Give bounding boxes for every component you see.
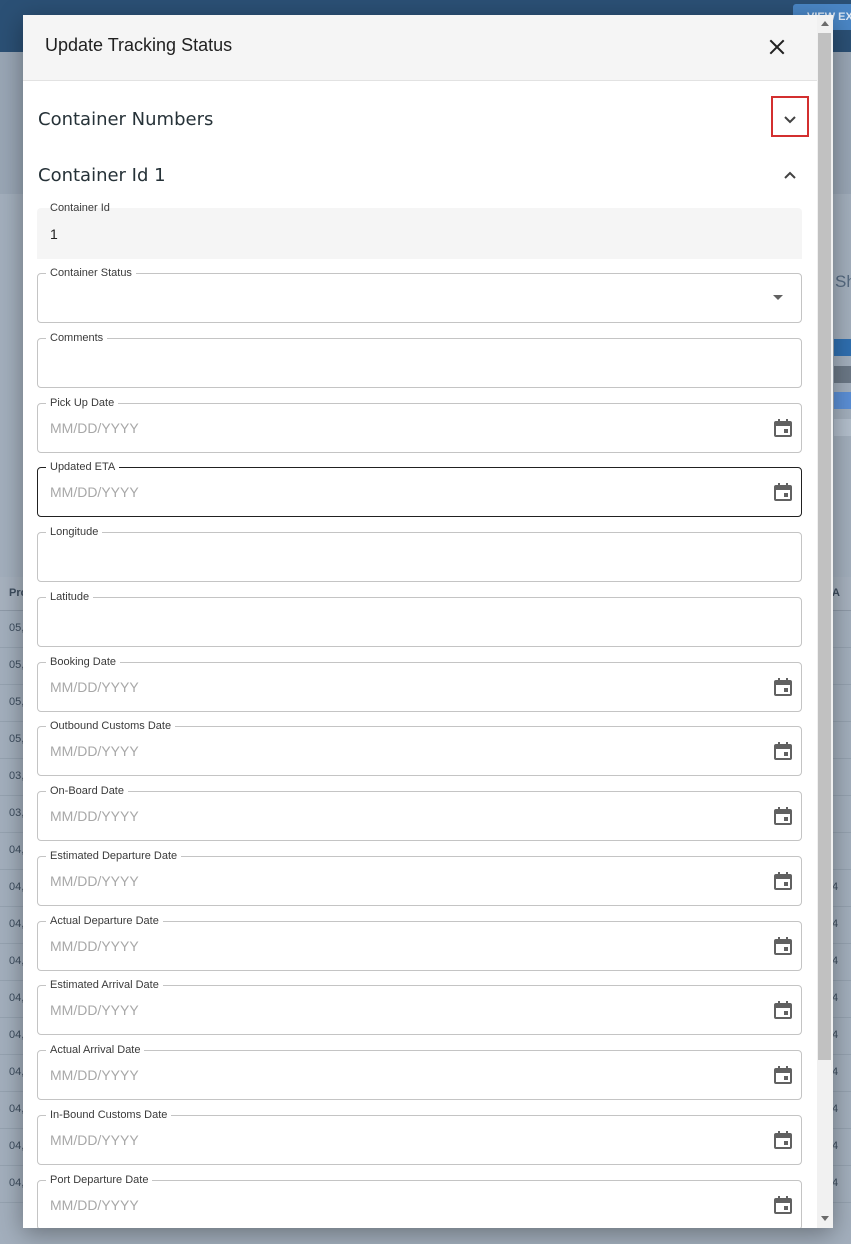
background-table-cell: 05, [9, 733, 25, 745]
chevron-up-icon[interactable] [778, 164, 802, 188]
calendar-icon[interactable] [773, 1195, 793, 1215]
background-table-cell: 05, [9, 696, 25, 708]
update-tracking-dialog: Update Tracking Status Container Numbers… [23, 15, 833, 1228]
calendar-icon[interactable] [773, 871, 793, 891]
calendar-icon[interactable] [773, 936, 793, 956]
updated-eta-placeholder: MM/DD/YYYY [50, 484, 139, 500]
dialog-header: Update Tracking Status [23, 15, 833, 81]
scroll-down-arrow-icon[interactable] [821, 1216, 829, 1221]
container-id-value: 1 [50, 226, 58, 242]
background-table-cell: 04, [9, 992, 25, 1004]
calendar-icon[interactable] [773, 1000, 793, 1020]
background-bar [834, 419, 851, 436]
background-table-cell: 04, [9, 1029, 25, 1041]
estimated-arrival-date-field[interactable]: Estimated Arrival Date MM/DD/YYYY [37, 978, 802, 1035]
background-table-cell: 05, [9, 659, 25, 671]
booking-date-placeholder: MM/DD/YYYY [50, 679, 139, 695]
background-side-text: Sh [835, 272, 851, 291]
booking-date-field[interactable]: Booking Date MM/DD/YYYY [37, 655, 802, 712]
background-table-cell: 04, [9, 1177, 25, 1189]
on-board-date-placeholder: MM/DD/YYYY [50, 808, 139, 824]
latitude-field[interactable]: Latitude [37, 590, 802, 647]
pick-up-date-field[interactable]: Pick Up Date MM/DD/YYYY [37, 396, 802, 453]
calendar-icon[interactable] [773, 482, 793, 502]
pick-up-date-placeholder: MM/DD/YYYY [50, 420, 139, 436]
in-bound-customs-date-label: In-Bound Customs Date [46, 1108, 172, 1122]
in-bound-customs-date-placeholder: MM/DD/YYYY [50, 1132, 139, 1148]
actual-departure-date-placeholder: MM/DD/YYYY [50, 938, 139, 954]
longitude-field[interactable]: Longitude [37, 525, 802, 582]
background-table-cell: 04, [9, 918, 25, 930]
scrollbar-thumb[interactable] [818, 33, 831, 1060]
on-board-date-label: On-Board Date [46, 784, 128, 798]
estimated-departure-date-placeholder: MM/DD/YYYY [50, 873, 139, 889]
actual-arrival-date-label: Actual Arrival Date [46, 1043, 145, 1057]
comments-field[interactable]: Comments [37, 331, 802, 388]
dialog-title: Update Tracking Status [45, 35, 233, 55]
calendar-icon[interactable] [773, 741, 793, 761]
longitude-label: Longitude [46, 525, 103, 539]
updated-eta-field[interactable]: Updated ETA MM/DD/YYYY [37, 460, 802, 517]
background-bar [834, 339, 851, 356]
outbound-customs-date-field[interactable]: Outbound Customs Date MM/DD/YYYY [37, 719, 802, 776]
port-departure-date-placeholder: MM/DD/YYYY [50, 1197, 139, 1213]
container-status-label: Container Status [46, 266, 136, 280]
comments-label: Comments [46, 331, 108, 345]
background-table-cell: 05, [9, 622, 25, 634]
port-departure-date-label: Port Departure Date [46, 1173, 153, 1187]
calendar-icon[interactable] [773, 806, 793, 826]
estimated-departure-date-field[interactable]: Estimated Departure Date MM/DD/YYYY [37, 849, 802, 906]
chevron-down-icon[interactable] [778, 107, 802, 131]
background-table-cell: 04, [9, 1103, 25, 1115]
container-id-field[interactable]: Container Id 1 [37, 202, 802, 259]
calendar-icon[interactable] [773, 418, 793, 438]
estimated-departure-date-label: Estimated Departure Date [46, 849, 182, 863]
dropdown-arrow-icon[interactable] [773, 295, 783, 300]
container-id-1-title[interactable]: Container Id 1 [38, 165, 166, 186]
background-table-cell: 04, [9, 955, 25, 967]
estimated-arrival-date-placeholder: MM/DD/YYYY [50, 1002, 139, 1018]
background-table-header-right: A [832, 587, 840, 599]
in-bound-customs-date-field[interactable]: In-Bound Customs Date MM/DD/YYYY [37, 1108, 802, 1165]
scroll-up-arrow-icon[interactable] [821, 21, 829, 26]
updated-eta-label: Updated ETA [46, 460, 120, 474]
background-table-cell: 04, [9, 844, 25, 856]
container-status-select[interactable]: Container Status [37, 266, 802, 323]
actual-arrival-date-field[interactable]: Actual Arrival Date MM/DD/YYYY [37, 1043, 802, 1100]
estimated-arrival-date-label: Estimated Arrival Date [46, 978, 163, 992]
background-table-cell: 04, [9, 881, 25, 893]
background-table-cell: 03, [9, 770, 25, 782]
background-table-cell: 03, [9, 807, 25, 819]
calendar-icon[interactable] [773, 677, 793, 697]
background-table-cell: 04, [9, 1140, 25, 1152]
calendar-icon[interactable] [773, 1065, 793, 1085]
calendar-icon[interactable] [773, 1130, 793, 1150]
booking-date-label: Booking Date [46, 655, 121, 669]
container-id-label: Container Id [50, 202, 110, 214]
background-bar [834, 366, 851, 383]
pick-up-date-label: Pick Up Date [46, 396, 119, 410]
container-numbers-title[interactable]: Container Numbers [38, 109, 213, 130]
latitude-label: Latitude [46, 590, 94, 604]
outbound-customs-date-placeholder: MM/DD/YYYY [50, 743, 139, 759]
actual-departure-date-field[interactable]: Actual Departure Date MM/DD/YYYY [37, 914, 802, 971]
actual-departure-date-label: Actual Departure Date [46, 914, 163, 928]
background-bar [834, 392, 851, 409]
actual-arrival-date-placeholder: MM/DD/YYYY [50, 1067, 139, 1083]
background-table-cell: 04, [9, 1066, 25, 1078]
close-icon[interactable] [765, 35, 789, 59]
on-board-date-field[interactable]: On-Board Date MM/DD/YYYY [37, 784, 802, 841]
outbound-customs-date-label: Outbound Customs Date [46, 719, 176, 733]
port-departure-date-field[interactable]: Port Departure Date MM/DD/YYYY [37, 1173, 802, 1228]
